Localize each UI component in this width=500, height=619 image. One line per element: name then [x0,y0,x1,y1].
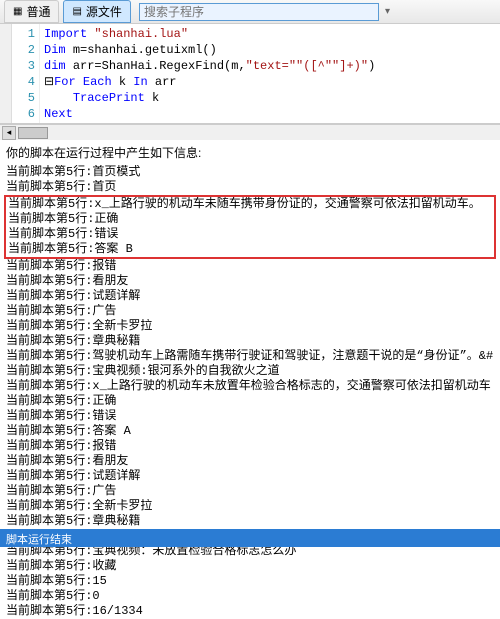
code-editor[interactable]: 123456 Import "shanhai.lua"Dim m=shanhai… [0,24,500,124]
output-line: 当前脚本第5行:首页 [6,180,494,195]
line-number: 6 [12,106,35,122]
code-line[interactable]: ⊟For Each k In arr [44,74,496,90]
output-line: 当前脚本第5行:收藏 [6,559,494,574]
line-number: 1 [12,26,35,42]
fold-gutter [0,24,12,123]
scroll-left-icon[interactable]: ◂ [2,126,16,140]
line-number-gutter: 123456 [12,24,40,123]
output-line: 当前脚本第5行:首页模式 [6,165,494,180]
output-line: 当前脚本第5行:错误 [8,227,492,242]
dropdown-arrow-icon[interactable]: ▾ [385,6,390,17]
output-line: 当前脚本第5行:0 [6,589,494,604]
highlight-box: 当前脚本第5行:x_上路行驶的机动车未随车携带身份证的，交通警察可依法扣留机动车… [4,195,496,259]
output-line: 当前脚本第5行:15 [6,574,494,589]
output-line: 当前脚本第5行:正确 [8,212,492,227]
tab-icon: ▦ [13,6,22,17]
output-line: 当前脚本第5行:看朋友 [6,274,494,289]
tab-normal[interactable]: ▦ 普通 [4,0,59,23]
tab-source[interactable]: ▤ 源文件 [63,0,130,23]
source-icon: ▤ [72,6,81,17]
output-line: 当前脚本第5行:答案 B [8,242,492,257]
line-number: 4 [12,74,35,90]
horizontal-scrollbar[interactable]: ◂ [0,124,500,140]
output-line: 当前脚本第5行:试题详解 [6,469,494,484]
code-line[interactable]: Import "shanhai.lua" [44,26,496,42]
output-line: 当前脚本第5行:章典秘籍 [6,514,494,529]
output-line: 当前脚本第5行:正确 [6,394,494,409]
output-line: 当前脚本第5行:答案 A [6,424,494,439]
output-line: 当前脚本第5行:广告 [6,304,494,319]
output-line: 当前脚本第5行:广告 [6,484,494,499]
output-header: 你的脚本在运行过程中产生如下信息: [0,140,500,165]
status-bar: 脚本运行结束 [0,529,500,547]
tab-source-label: 源文件 [86,3,122,20]
line-number: 2 [12,42,35,58]
line-number: 5 [12,90,35,106]
output-line: 当前脚本第5行:看朋友 [6,454,494,469]
search-container [139,3,379,21]
search-input[interactable] [139,3,379,21]
code-line[interactable]: TracePrint k [44,90,496,106]
code-line[interactable]: dim arr=ShanHai.RegexFind(m,"text=""([^"… [44,58,496,74]
output-line: 当前脚本第5行:试题详解 [6,289,494,304]
line-number: 3 [12,58,35,74]
code-line[interactable]: Next [44,106,496,122]
output-line: 当前脚本第5行:全新卡罗拉 [6,319,494,334]
status-text: 脚本运行结束 [6,534,72,546]
output-line: 当前脚本第5行:宝典视频:银河系外的自我欲火之道 [6,364,494,379]
output-line: 当前脚本第5行:x_上路行驶的机动车未放置年检验合格标志的，交通警察可依法扣留机… [6,379,494,394]
tab-normal-label: 普通 [26,3,50,20]
output-line: 当前脚本第5行:驾驶机动车上路需随车携带行驶证和驾驶证，注意题干说的是“身份证”… [6,349,494,364]
scroll-thumb[interactable] [18,127,48,139]
output-line: 当前脚本第5行:错误 [6,409,494,424]
output-line: 当前脚本第5行:报错 [6,259,494,274]
output-area: 当前脚本第5行:首页模式当前脚本第5行:首页当前脚本第5行:x_上路行驶的机动车… [0,165,500,619]
output-line: 当前脚本第5行:报错 [6,439,494,454]
code-content[interactable]: Import "shanhai.lua"Dim m=shanhai.getuix… [40,24,500,123]
toolbar: ▦ 普通 ▤ 源文件 ▾ [0,0,500,24]
output-line: 当前脚本第5行:16/1334 [6,604,494,619]
output-line: 当前脚本第5行:x_上路行驶的机动车未随车携带身份证的，交通警察可依法扣留机动车… [8,197,492,212]
output-line: 当前脚本第5行:全新卡罗拉 [6,499,494,514]
output-line: 当前脚本第5行:章典秘籍 [6,334,494,349]
code-line[interactable]: Dim m=shanhai.getuixml() [44,42,496,58]
